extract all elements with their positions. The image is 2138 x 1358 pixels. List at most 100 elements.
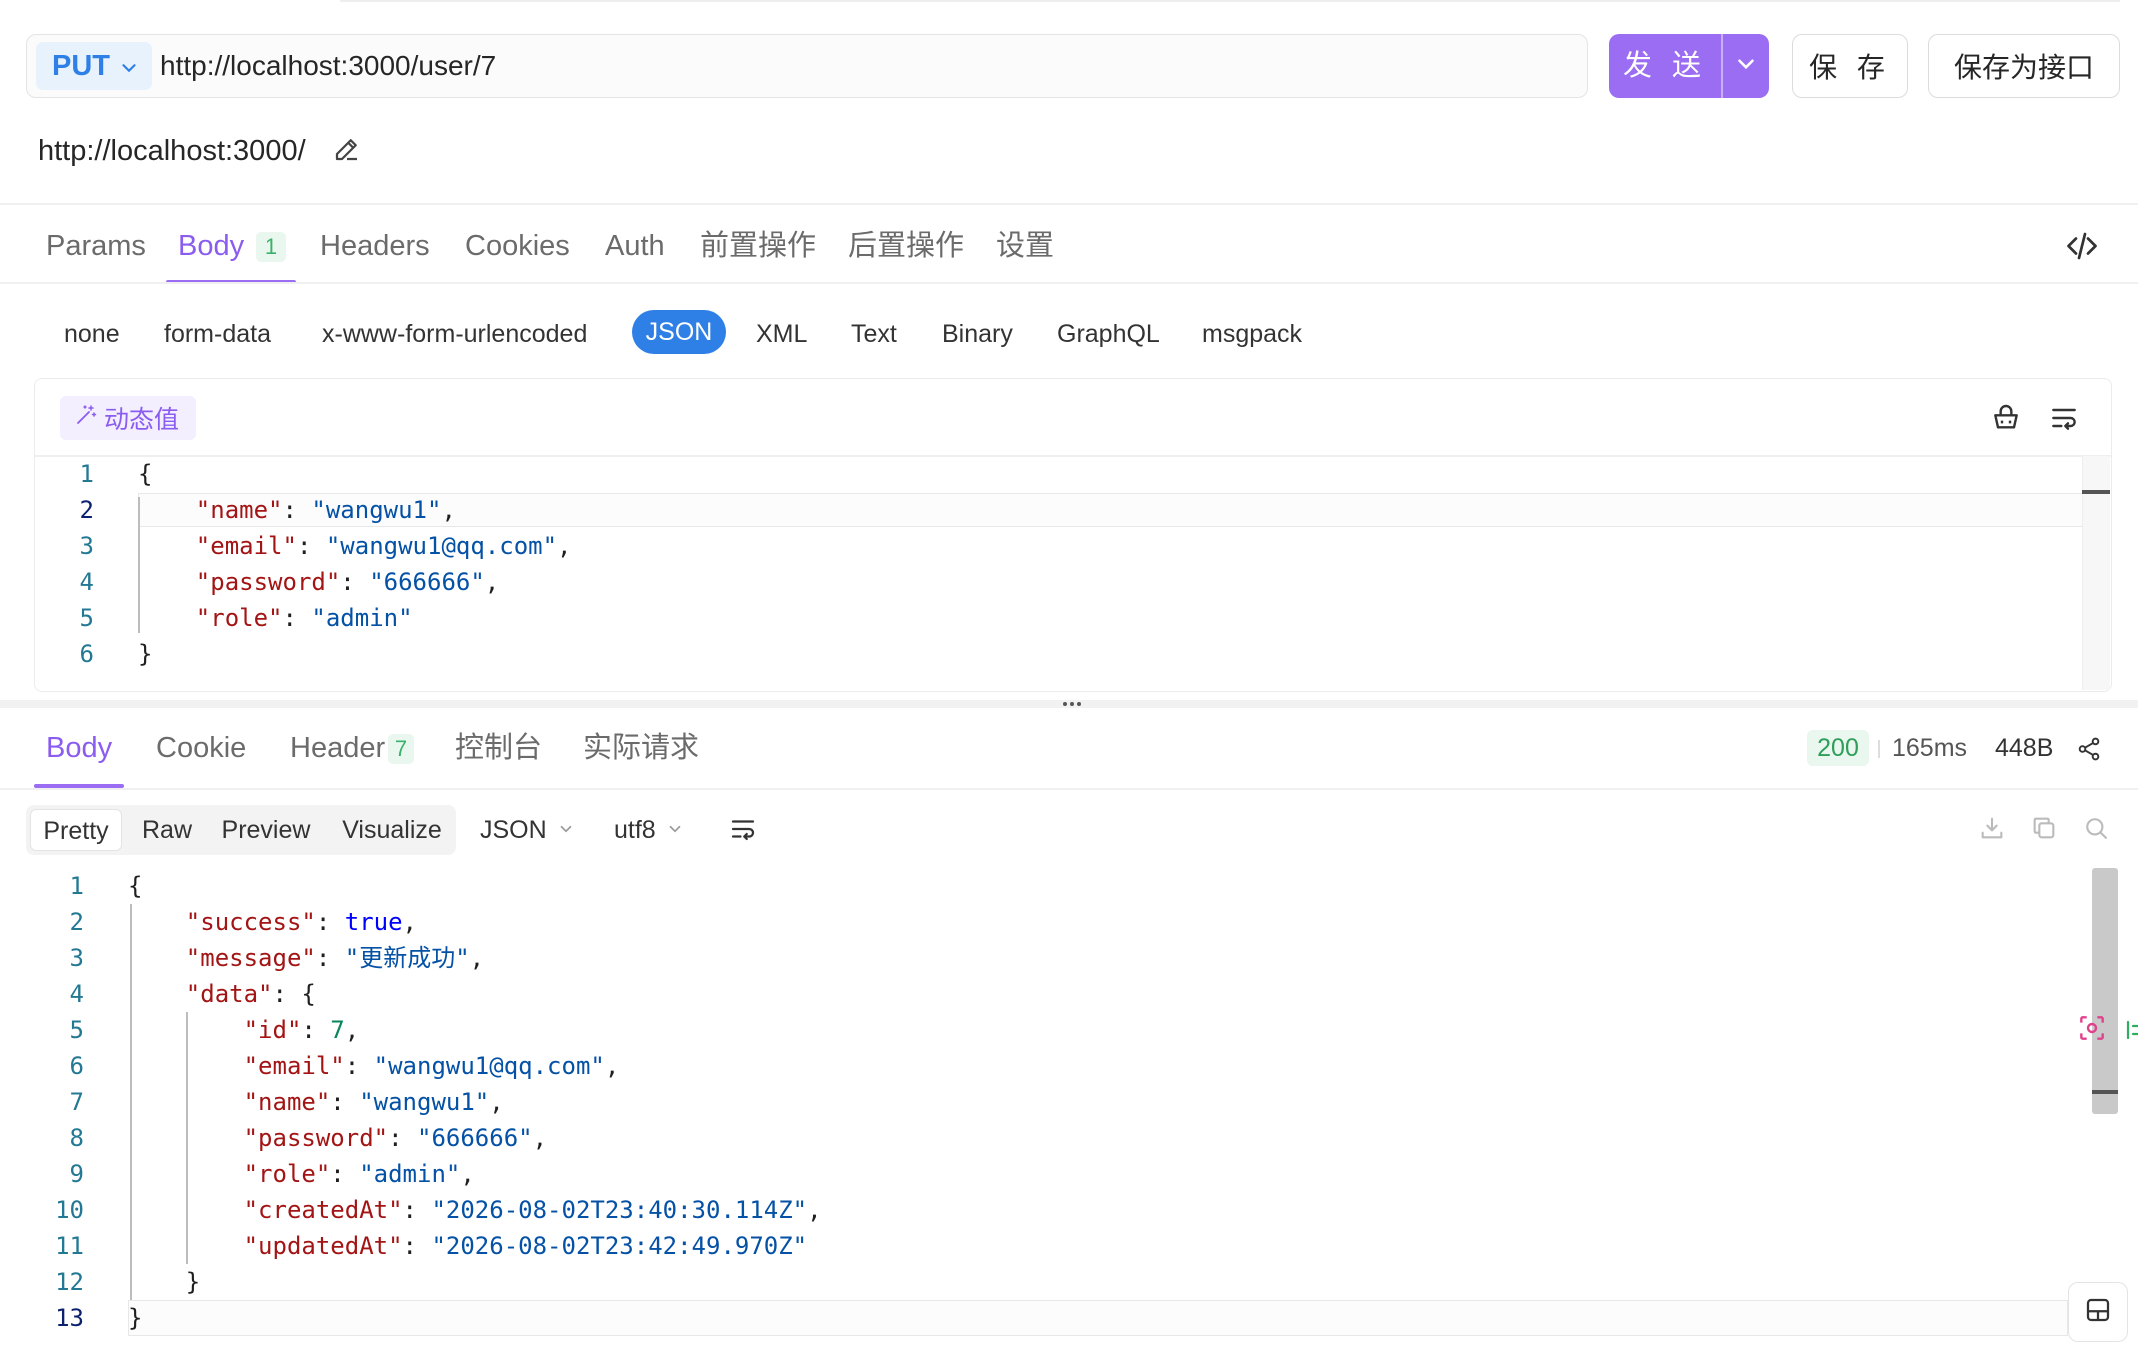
code-line: "name": "wangwu1", xyxy=(195,496,456,524)
send-dropdown-button[interactable] xyxy=(1723,34,1769,98)
download-icon[interactable] xyxy=(1978,814,2006,847)
divider xyxy=(0,788,2138,790)
line-number: 2 xyxy=(79,496,94,524)
code-line: "password": "666666", xyxy=(243,1124,548,1152)
code-line: "message": "更新成功", xyxy=(185,944,485,972)
encoding-select[interactable]: utf8 xyxy=(614,809,684,851)
body-type-none[interactable]: none xyxy=(64,314,120,354)
view-mode-pretty[interactable]: Pretty xyxy=(30,809,122,851)
line-number: 2 xyxy=(69,908,84,936)
divider xyxy=(1878,740,1880,758)
wrap-lines-icon[interactable] xyxy=(2048,402,2080,439)
pencil-icon[interactable] xyxy=(332,134,362,169)
line-number: 5 xyxy=(69,1016,84,1044)
divider xyxy=(0,282,2138,284)
line-number: 6 xyxy=(69,1052,84,1080)
tab-pre-operations[interactable]: 前置操作 xyxy=(700,226,816,266)
response-tab-console[interactable]: 控制台 xyxy=(455,728,542,768)
tab-cookies[interactable]: Cookies xyxy=(465,226,570,266)
tab-headers[interactable]: Headers xyxy=(320,226,430,266)
base-url: http://localhost:3000/ xyxy=(38,135,306,167)
line-number: 5 xyxy=(79,604,94,632)
share-icon[interactable] xyxy=(2076,736,2102,767)
code-line: "success": true, xyxy=(185,908,417,936)
save-button[interactable]: 保 存 xyxy=(1792,34,1908,98)
view-mode-visualize[interactable]: Visualize xyxy=(330,809,454,851)
response-size: 448B xyxy=(1995,734,2054,762)
code-line: } xyxy=(138,640,153,668)
view-mode-preview[interactable]: Preview xyxy=(212,809,320,851)
response-tab-header[interactable]: Header xyxy=(290,728,385,768)
chevron-down-icon xyxy=(118,54,140,87)
code-line: "name": "wangwu1", xyxy=(243,1088,504,1116)
body-type-binary[interactable]: Binary xyxy=(942,314,1013,354)
divider xyxy=(0,203,2138,205)
line-number: 7 xyxy=(69,1088,84,1116)
dynamic-value-label: 动态值 xyxy=(104,406,180,434)
response-code[interactable]: { "success": true, "message": "更新成功", "d… xyxy=(128,868,822,1336)
layout-panel-button[interactable] xyxy=(2068,1282,2128,1342)
search-icon[interactable] xyxy=(2082,814,2110,847)
code-line: { xyxy=(138,460,153,488)
layout-panel-icon xyxy=(2083,1295,2113,1330)
line-number: 12 xyxy=(55,1268,84,1296)
response-tab-body[interactable]: Body xyxy=(46,728,112,768)
body-type-graphql[interactable]: GraphQL xyxy=(1057,314,1160,354)
response-line-numbers: 1 2 3 4 5 6 7 8 9 10 11 12 13 xyxy=(24,868,84,1336)
url-input[interactable]: http://localhost:3000/user/7 xyxy=(160,46,496,86)
code-line: } xyxy=(185,1268,201,1296)
code-line: "email": "wangwu1@qq.com", xyxy=(195,532,572,560)
code-line: } xyxy=(128,1304,143,1332)
body-count-badge: 1 xyxy=(256,232,286,262)
side-panel-tab-icon[interactable] xyxy=(2124,1012,2138,1048)
response-tab-actual-request[interactable]: 实际请求 xyxy=(583,728,699,768)
line-number: 11 xyxy=(55,1232,84,1260)
top-divider xyxy=(340,0,2120,2)
status-badge: 200 xyxy=(1807,730,1869,766)
dynamic-value-button[interactable]: 动态值 xyxy=(60,396,196,440)
view-mode-raw[interactable]: Raw xyxy=(130,809,204,851)
line-number: 8 xyxy=(69,1124,84,1152)
magic-wand-icon xyxy=(74,403,98,434)
line-number: 4 xyxy=(79,568,94,596)
line-number: 1 xyxy=(69,872,84,900)
method-select[interactable]: PUT xyxy=(36,42,152,90)
tab-post-operations[interactable]: 后置操作 xyxy=(848,226,964,266)
line-number: 6 xyxy=(79,640,94,668)
code-line: "createdAt": "2026-08-02T23:40:30.114Z", xyxy=(243,1196,822,1224)
chevron-down-icon xyxy=(666,809,684,851)
send-button[interactable]: 发 送 xyxy=(1609,34,1721,98)
request-code[interactable]: { "name": "wangwu1", "email": "wangwu1@q… xyxy=(138,456,572,672)
body-type-xml[interactable]: XML xyxy=(756,314,807,354)
line-number: 13 xyxy=(55,1304,84,1332)
line-number: 10 xyxy=(55,1196,84,1224)
format-select[interactable]: JSON xyxy=(480,809,575,851)
wrap-lines-icon[interactable] xyxy=(728,814,758,849)
format-label: JSON xyxy=(480,816,547,844)
capture-icon[interactable] xyxy=(2076,1012,2108,1049)
response-tab-cookie[interactable]: Cookie xyxy=(156,728,246,768)
body-type-msgpack[interactable]: msgpack xyxy=(1202,314,1302,354)
header-count-badge: 7 xyxy=(388,734,414,764)
code-icon[interactable] xyxy=(2064,228,2100,269)
tab-body[interactable]: Body xyxy=(178,226,244,266)
line-number: 1 xyxy=(79,460,94,488)
tab-auth[interactable]: Auth xyxy=(605,226,665,266)
drag-handle-icon[interactable] xyxy=(1060,697,1084,715)
body-type-urlencoded[interactable]: x-www-form-urlencoded xyxy=(322,314,587,354)
editor-scrollbar[interactable] xyxy=(2092,868,2118,1114)
body-type-form-data[interactable]: form-data xyxy=(164,314,271,354)
save-as-api-button[interactable]: 保存为接口 xyxy=(1928,34,2120,98)
code-line: "id": 7, xyxy=(243,1016,360,1044)
tab-params[interactable]: Params xyxy=(46,226,146,266)
response-time: 165ms xyxy=(1892,734,1968,762)
tab-settings[interactable]: 设置 xyxy=(996,226,1054,266)
body-type-json[interactable]: JSON xyxy=(632,310,726,354)
chevron-down-icon xyxy=(557,809,575,851)
body-type-text[interactable]: Text xyxy=(851,314,897,354)
line-number: 9 xyxy=(69,1160,84,1188)
basket-icon[interactable] xyxy=(1990,402,2022,439)
send-button-group[interactable]: 发 送 xyxy=(1609,34,1769,98)
request-line-numbers: 1 2 3 4 5 6 xyxy=(34,456,94,672)
copy-icon[interactable] xyxy=(2030,814,2058,847)
